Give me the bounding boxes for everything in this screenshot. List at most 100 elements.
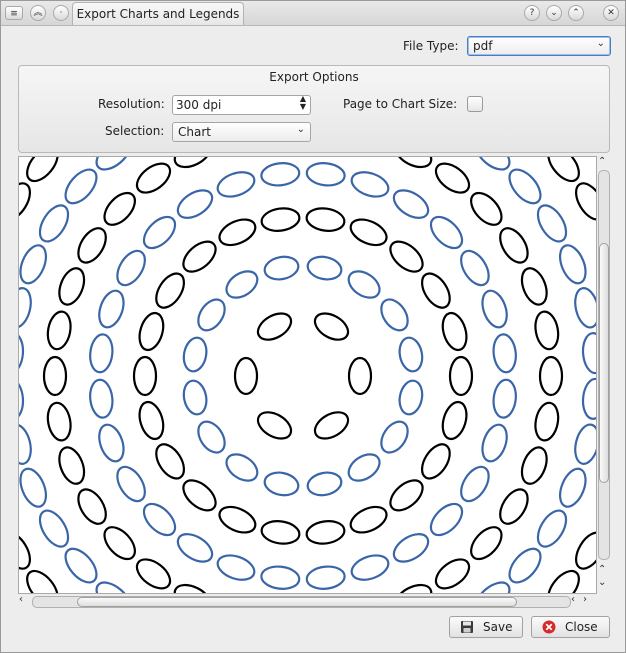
ring-ellipse: [547, 569, 580, 593]
ring-pattern-image: [19, 157, 596, 593]
close-window-icon[interactable]: ✕: [603, 5, 619, 21]
close-button[interactable]: Close: [531, 616, 610, 638]
ring-ellipse: [95, 157, 132, 171]
ring-ellipse: [349, 505, 388, 534]
ring-ellipse: [176, 189, 214, 219]
ring-ellipse: [95, 581, 132, 593]
ring-ellipse: [380, 420, 409, 454]
ring-ellipse: [233, 356, 259, 396]
scroll-left-icon[interactable]: ‹: [571, 594, 575, 605]
ring-ellipse: [429, 502, 464, 537]
ring-ellipse: [581, 332, 596, 375]
ring-ellipse: [19, 467, 48, 508]
ring-ellipse: [64, 168, 98, 205]
help-icon[interactable]: ?: [524, 5, 540, 21]
ring-ellipse: [460, 465, 490, 503]
ring-ellipse: [349, 218, 388, 247]
ring-ellipse: [182, 240, 217, 273]
shade-icon[interactable]: ·: [53, 5, 69, 21]
ring-ellipse: [89, 378, 114, 419]
ring-ellipse: [26, 569, 59, 593]
scroll-right-icon[interactable]: ›: [583, 594, 587, 605]
floppy-disk-icon: [461, 621, 473, 633]
horizontal-scrollbar[interactable]: ‹ ‹ ›: [18, 593, 595, 609]
ring-ellipse: [398, 336, 424, 373]
ring-ellipse: [138, 311, 165, 352]
ring-ellipse: [19, 531, 32, 570]
ring-ellipse: [256, 312, 293, 341]
save-button[interactable]: Save: [449, 616, 523, 638]
ring-ellipse: [135, 558, 172, 590]
export-options-title: Export Options: [269, 70, 359, 84]
file-type-select[interactable]: pdf ⌄: [467, 36, 611, 56]
ring-ellipse: [470, 191, 503, 226]
ring-ellipse: [305, 520, 346, 545]
ring-ellipse: [350, 554, 390, 581]
ring-ellipse: [313, 411, 350, 440]
ring-ellipse: [260, 207, 301, 232]
keep-above-icon[interactable]: ︽: [30, 5, 46, 21]
ring-ellipse: [474, 157, 511, 171]
ring-ellipse: [574, 423, 596, 465]
ring-ellipse: [481, 289, 508, 329]
ring-ellipse: [182, 379, 208, 416]
ring-ellipse: [225, 270, 259, 299]
horizontal-scroll-track[interactable]: [32, 596, 571, 608]
title-bar: ≡ ︽ · Export Charts and Legends ? ⌄ ⌃ ✕: [1, 1, 625, 26]
ring-ellipse: [481, 423, 508, 463]
spin-arrows-icon[interactable]: ▲ ▼: [300, 95, 306, 111]
ring-ellipse: [173, 157, 212, 169]
scroll-up-icon[interactable]: ⌃: [598, 156, 606, 167]
ring-ellipse: [347, 270, 381, 299]
ring-ellipse: [216, 171, 256, 198]
ring-ellipse: [182, 336, 208, 373]
ring-ellipse: [216, 554, 256, 581]
ring-ellipse: [520, 267, 548, 306]
ring-ellipse: [499, 227, 529, 264]
ring-ellipse: [58, 446, 86, 485]
ring-ellipse: [420, 272, 451, 309]
app-menu-icon[interactable]: ≡: [5, 6, 23, 20]
ring-ellipse: [197, 298, 226, 332]
chevron-down-icon: ⌄: [596, 38, 605, 49]
vertical-scroll-track[interactable]: [598, 170, 610, 560]
ring-ellipse: [98, 289, 125, 329]
ring-ellipse: [394, 583, 433, 593]
maximize-icon[interactable]: ⌃: [568, 5, 584, 21]
ring-ellipse: [138, 400, 165, 441]
vertical-scroll-thumb[interactable]: [599, 243, 609, 483]
ring-ellipse: [380, 298, 409, 332]
page-to-chart-checkbox[interactable]: [467, 96, 483, 112]
ring-ellipse: [46, 310, 72, 351]
ring-ellipse: [305, 162, 346, 187]
selection-select[interactable]: Chart ⌄: [172, 122, 311, 142]
ring-ellipse: [132, 355, 158, 397]
ring-ellipse: [135, 162, 172, 194]
ring-ellipse: [256, 411, 293, 440]
close-label: Close: [565, 620, 598, 634]
ring-ellipse: [19, 182, 32, 221]
ring-ellipse: [142, 502, 177, 537]
ring-ellipse: [42, 355, 68, 397]
ring-ellipse: [448, 355, 474, 397]
resolution-spinbox[interactable]: 300 dpi ▲ ▼: [172, 95, 311, 115]
horizontal-scroll-thumb[interactable]: [77, 597, 517, 607]
ring-ellipse: [392, 533, 430, 563]
ring-ellipse: [305, 565, 346, 590]
ring-ellipse: [470, 526, 503, 561]
vertical-scrollbar[interactable]: ⌃ ⌃ ⌄: [596, 156, 610, 592]
ring-ellipse: [176, 533, 214, 563]
resolution-label: Resolution:: [98, 97, 165, 111]
scroll-up-icon[interactable]: ⌃: [598, 564, 606, 575]
ring-ellipse: [64, 547, 98, 584]
scroll-left-icon[interactable]: ‹: [19, 594, 23, 605]
ring-ellipse: [197, 420, 226, 454]
ring-ellipse: [350, 171, 390, 198]
ring-ellipse: [77, 488, 107, 525]
scroll-down-icon[interactable]: ⌄: [598, 577, 606, 588]
minimize-icon[interactable]: ⌄: [546, 5, 562, 21]
ring-ellipse: [182, 479, 217, 512]
chevron-down-icon: ⌄: [296, 124, 305, 135]
chart-preview[interactable]: [18, 156, 597, 594]
ring-ellipse: [263, 255, 300, 281]
